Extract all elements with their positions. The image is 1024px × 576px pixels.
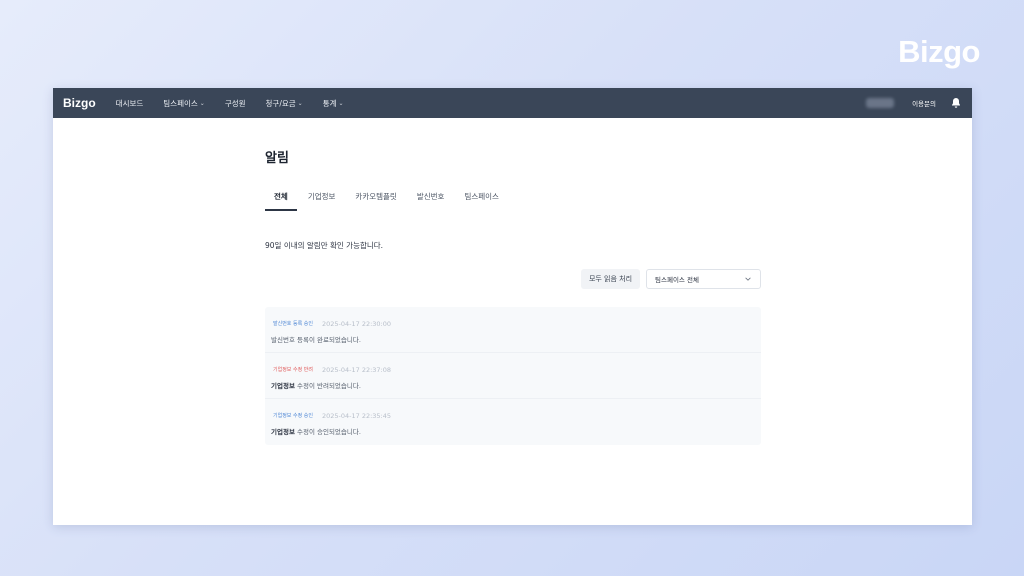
nav-logo[interactable]: Bizgo: [63, 96, 96, 110]
notification-header: 기업정보 수정 승인 2025-04-17 22:35:45: [271, 410, 755, 421]
top-navbar: Bizgo 대시보드 팀스페이스 ⌄ 구성원 청구/요금 ⌄ 통계 ⌄ 이용문의: [53, 88, 972, 118]
user-account-blurred[interactable]: [866, 98, 895, 108]
app-window: Bizgo 대시보드 팀스페이스 ⌄ 구성원 청구/요금 ⌄ 통계 ⌄ 이용문의 알림…: [53, 88, 972, 525]
nav-item-label: 청구/요금: [265, 98, 296, 108]
notification-tabs: 전체 기업정보 카카오템플릿 발신번호 팀스페이스: [265, 190, 510, 211]
nav-item-stats[interactable]: 통계 ⌄: [323, 98, 344, 109]
bell-icon[interactable]: [950, 97, 962, 109]
nav-item-dashboard[interactable]: 대시보드: [116, 98, 144, 109]
bizgo-brand-logo: Bizgo: [898, 34, 980, 69]
teamspace-filter-select[interactable]: 팀스페이스 전체: [646, 269, 761, 289]
tab-sender-number[interactable]: 발신번호: [408, 190, 454, 211]
status-badge: 기업정보 수정 반려: [273, 367, 313, 373]
page-title: 알림: [265, 151, 289, 166]
notification-item[interactable]: 발신번호 등록 승인 2025-04-17 22:30:00 발신번호 등록이 …: [265, 307, 761, 353]
status-badge: 기업정보 수정 승인: [273, 413, 313, 419]
notification-message: 기업정보 수정이 반려되었습니다.: [271, 380, 755, 390]
retention-notice: 90일 이내의 알림만 확인 가능합니다.: [265, 241, 384, 250]
nav-item-label: 대시보드: [115, 98, 144, 108]
nav-item-label: 통계: [322, 98, 337, 108]
status-badge: 발신번호 등록 승인: [273, 321, 313, 327]
nav-item-billing[interactable]: 청구/요금 ⌄: [266, 98, 303, 109]
notification-header: 기업정보 수정 반려 2025-04-17 22:37:08: [271, 364, 755, 375]
nav-item-label: 구성원: [224, 98, 246, 108]
message-text: 수정이 반려되었습니다.: [294, 382, 361, 390]
chevron-down-icon: ⌄: [338, 99, 344, 107]
nav-item-teamspace[interactable]: 팀스페이스 ⌄: [163, 98, 205, 109]
message-text: 수정이 승인되었습니다.: [294, 428, 361, 436]
nav-right-group: 이용문의: [866, 97, 962, 109]
tab-kakao-template[interactable]: 카카오템플릿: [346, 190, 405, 211]
nav-item-label: 팀스페이스: [163, 98, 198, 108]
notification-time: 2025-04-17 22:30:00: [321, 319, 392, 328]
message-subject: 기업정보: [271, 428, 295, 436]
message-subject: 기업정보: [271, 382, 295, 390]
chevron-down-icon: ⌄: [199, 99, 205, 107]
chevron-down-icon: [745, 277, 751, 281]
notification-list: 발신번호 등록 승인 2025-04-17 22:30:00 발신번호 등록이 …: [265, 307, 761, 445]
notification-message: 발신번호 등록이 완료되었습니다.: [271, 334, 755, 344]
mark-all-read-button[interactable]: 모두 읽음 처리: [581, 269, 640, 289]
nav-item-members[interactable]: 구성원: [225, 98, 246, 109]
tab-company-info[interactable]: 기업정보: [299, 190, 345, 211]
message-text: 발신번호 등록이 완료되었습니다.: [271, 336, 361, 344]
notification-header: 발신번호 등록 승인 2025-04-17 22:30:00: [271, 318, 755, 329]
notification-time: 2025-04-17 22:37:08: [321, 365, 392, 374]
notification-item[interactable]: 기업정보 수정 반려 2025-04-17 22:37:08 기업정보 수정이 …: [265, 353, 761, 399]
tab-teamspace[interactable]: 팀스페이스: [455, 190, 508, 211]
tab-all[interactable]: 전체: [265, 190, 297, 211]
chevron-down-icon: ⌄: [297, 99, 303, 107]
inquiry-link[interactable]: 이용문의: [912, 98, 936, 108]
notification-item[interactable]: 기업정보 수정 승인 2025-04-17 22:35:45 기업정보 수정이 …: [265, 399, 761, 445]
filter-selected-value: 팀스페이스 전체: [655, 276, 699, 284]
notification-message: 기업정보 수정이 승인되었습니다.: [271, 426, 755, 436]
notification-time: 2025-04-17 22:35:45: [321, 411, 392, 420]
